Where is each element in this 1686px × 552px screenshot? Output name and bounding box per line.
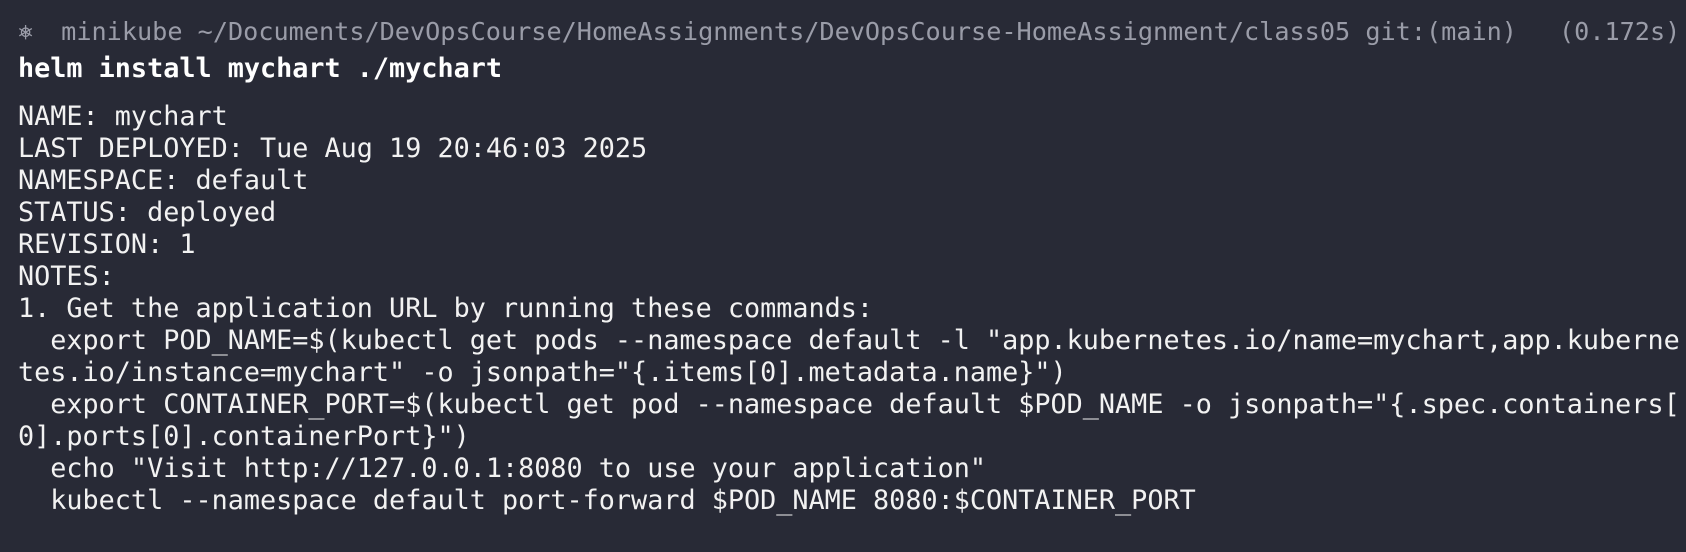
shell-prompt: ⎈ minikube ~/Documents/DevOpsCourse/Home… — [18, 15, 1680, 49]
terminal-window[interactable]: ⎈ minikube ~/Documents/DevOpsCourse/Home… — [0, 0, 1686, 552]
output-line: 1. Get the application URL by running th… — [18, 293, 874, 324]
output-line: REVISION: 1 — [18, 229, 196, 260]
output-line: STATUS: deployed — [18, 197, 277, 228]
output-line: export CONTAINER_PORT=$(kubectl get pod … — [18, 389, 1680, 420]
output-line: LAST DEPLOYED: Tue Aug 19 20:46:03 2025 — [18, 133, 648, 164]
entered-command: helm install mychart ./mychart — [18, 53, 502, 84]
output-line: 0].ports[0].containerPort}") — [18, 421, 470, 452]
output-line: echo "Visit http://127.0.0.1:8080 to use… — [18, 453, 986, 484]
kube-context: minikube — [61, 17, 183, 46]
output-line: NAME: mychart — [18, 101, 228, 132]
output-line: export POD_NAME=$(kubectl get pods --nam… — [18, 325, 1680, 356]
command-duration: (0.172s) — [1558, 17, 1681, 46]
output-line: tes.io/instance=mychart" -o jsonpath="{.… — [18, 357, 1067, 388]
output-line: kubectl --namespace default port-forward… — [18, 485, 1196, 516]
current-path: ~/Documents/DevOpsCourse/HomeAssignments… — [197, 17, 1351, 46]
output-line: NOTES: — [18, 261, 115, 292]
kubernetes-icon: ⎈ — [18, 17, 34, 46]
git-branch: git:(main) — [1365, 17, 1517, 46]
output-line: NAMESPACE: default — [18, 165, 309, 196]
command-output: NAME: mychart LAST DEPLOYED: Tue Aug 19 … — [18, 101, 1680, 517]
